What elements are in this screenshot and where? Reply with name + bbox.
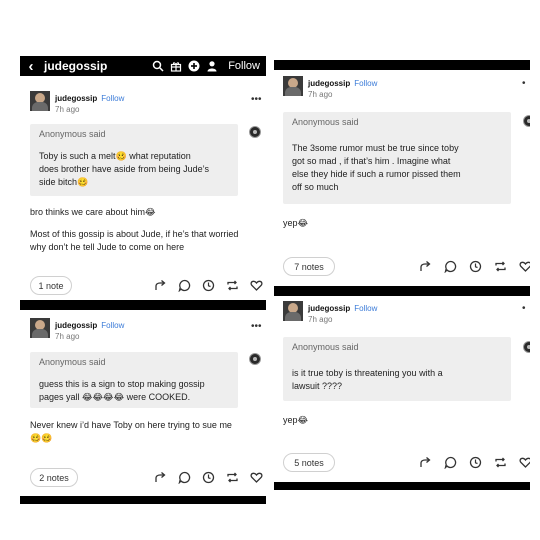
reblog-icon[interactable] [494, 260, 507, 273]
heart-icon[interactable] [519, 260, 530, 273]
answer-line: Most of this gossip is about Jude, if he… [30, 229, 239, 239]
divider-bar [274, 286, 530, 296]
post-header: judegossip Follow 7h ago [283, 76, 377, 100]
question-line: else they hide if such a rumor pissed th… [292, 169, 461, 179]
post-blog-name[interactable]: judegossip [55, 321, 97, 330]
reply-icon[interactable] [444, 260, 457, 273]
blog-header-bar: ‹ judegossip Follow [20, 56, 266, 76]
gift-icon[interactable] [170, 60, 182, 72]
notes-count-button[interactable]: 1 note [30, 276, 72, 295]
post-follow-link[interactable]: Follow [101, 94, 124, 103]
post-blog-name[interactable]: judegossip [308, 79, 350, 88]
question-line: The 3some rumor must be true since toby [292, 143, 459, 153]
notes-count-button[interactable]: 7 notes [283, 257, 335, 276]
reblog-icon[interactable] [494, 456, 507, 469]
blog-title[interactable]: judegossip [44, 59, 107, 73]
avatar[interactable] [283, 301, 303, 321]
share-icon[interactable] [154, 471, 167, 484]
ask-box: Anonymous said guess this is a sign to s… [30, 352, 238, 408]
avatar[interactable] [30, 318, 50, 338]
post-header: judegossip Follow 7h ago [283, 301, 377, 325]
answer-line: yep😂 [283, 415, 309, 425]
post-panel-1: ‹ judegossip Follow judegossip Follow 7h … [20, 56, 266, 300]
divider-bar [274, 60, 530, 70]
ask-box: Anonymous said Toby is such a melt🥴 what… [30, 124, 238, 196]
more-options-icon[interactable]: ••• [251, 94, 262, 105]
search-icon[interactable] [152, 60, 164, 72]
share-icon[interactable] [154, 279, 167, 292]
notes-count-button[interactable]: 5 notes [283, 453, 335, 472]
asker-label: Anonymous said [292, 342, 359, 352]
anonymous-asker-icon [249, 126, 261, 138]
divider-bar [274, 482, 530, 490]
post-timestamp: 7h ago [308, 315, 333, 324]
question-line: guess this is a sign to stop making goss… [39, 379, 205, 389]
back-chevron-icon[interactable]: ‹ [20, 58, 42, 75]
reblog-icon[interactable] [226, 471, 239, 484]
more-options-icon[interactable]: • [522, 303, 526, 314]
question-line: does brother have aside from being Jude’… [39, 164, 209, 174]
answer-line: 🥴🥴 [30, 433, 53, 443]
question-line: off so much [292, 182, 339, 192]
clock-icon[interactable] [202, 471, 215, 484]
question-line: got so mad , if that’s him . Imagine wha… [292, 156, 451, 166]
question-line: pages yall 😂😂😂😂 were COOKED. [39, 392, 191, 402]
post-panel-4: judegossip Follow 7h ago • Anonymous said… [274, 296, 530, 482]
post-header: judegossip Follow 7h ago [30, 318, 124, 342]
answer-line: yep😂 [283, 218, 309, 228]
more-options-icon[interactable]: • [522, 78, 526, 89]
answer-line: why don’t he tell Jude to come on here [30, 242, 185, 252]
post-follow-link[interactable]: Follow [354, 79, 377, 88]
divider-bar [20, 300, 266, 310]
question-line: is it true toby is threatening you with … [292, 368, 443, 378]
answer-line: bro thinks we care about him😂 [30, 207, 156, 217]
reply-icon[interactable] [444, 456, 457, 469]
post-actions [154, 471, 263, 484]
clock-icon[interactable] [469, 456, 482, 469]
post-header: judegossip Follow 7h ago [30, 91, 124, 115]
share-icon[interactable] [419, 260, 432, 273]
reply-icon[interactable] [178, 279, 191, 292]
asker-label: Anonymous said [39, 357, 106, 367]
avatar[interactable] [30, 91, 50, 111]
ask-box: Anonymous said The 3some rumor must be t… [283, 112, 511, 204]
divider-bar [20, 496, 266, 504]
reblog-icon[interactable] [226, 279, 239, 292]
asker-label: Anonymous said [292, 117, 359, 127]
reply-icon[interactable] [178, 471, 191, 484]
anonymous-asker-icon [523, 115, 530, 127]
more-options-icon[interactable]: ••• [251, 321, 262, 332]
question-line: Toby is such a melt🥴 what reputation [39, 151, 191, 161]
asker-label: Anonymous said [39, 129, 106, 139]
post-blog-name[interactable]: judegossip [55, 94, 97, 103]
heart-icon[interactable] [250, 279, 263, 292]
post-follow-link[interactable]: Follow [101, 321, 124, 330]
user-icon[interactable] [206, 60, 218, 72]
question-line: side bitch🥴 [39, 177, 89, 187]
post-panel-3: judegossip Follow 7h ago • Anonymous said… [274, 70, 530, 286]
post-blog-name[interactable]: judegossip [308, 304, 350, 313]
heart-icon[interactable] [250, 471, 263, 484]
post-actions [419, 456, 530, 469]
anonymous-asker-icon [249, 353, 261, 365]
clock-icon[interactable] [202, 279, 215, 292]
answer-line: Never knew i’d have Toby on here trying … [30, 420, 232, 430]
post-actions [154, 279, 263, 292]
share-icon[interactable] [419, 456, 432, 469]
post-timestamp: 7h ago [308, 90, 333, 99]
notes-count-button[interactable]: 2 notes [30, 468, 78, 487]
post-timestamp: 7h ago [55, 332, 80, 341]
avatar[interactable] [283, 76, 303, 96]
follow-button[interactable]: Follow [228, 60, 260, 72]
post-panel-2: judegossip Follow 7h ago ••• Anonymous sa… [20, 310, 266, 496]
post-timestamp: 7h ago [55, 105, 80, 114]
post-actions [419, 260, 530, 273]
question-line: lawsuit ???? [292, 381, 343, 391]
clock-icon[interactable] [469, 260, 482, 273]
post-follow-link[interactable]: Follow [354, 304, 377, 313]
heart-icon[interactable] [519, 456, 530, 469]
plus-circle-icon[interactable] [188, 60, 200, 72]
ask-box: Anonymous said is it true toby is threat… [283, 337, 511, 401]
anonymous-asker-icon [523, 341, 530, 353]
